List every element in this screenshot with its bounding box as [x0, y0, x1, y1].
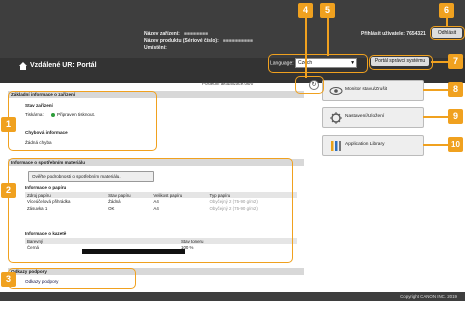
callout-badge-1: 1 [1, 117, 16, 132]
library-icon [331, 141, 341, 151]
callout-box-1 [8, 91, 157, 151]
device-info: Název zařízení: ■■■■■■■■ Název produktu (… [144, 31, 253, 51]
application-library-label: Application Library [345, 142, 385, 147]
location-label: Umístění: [144, 45, 167, 51]
callout-badge-2: 2 [1, 183, 16, 198]
callout-badge-5: 5 [320, 3, 335, 18]
callout-badge-8: 8 [448, 82, 463, 97]
device-name-label: Název zařízení: [144, 31, 180, 37]
gear-icon [330, 112, 342, 124]
callout-badge-6: 6 [439, 3, 454, 18]
monitor-status-label: Monitor stavu/Zrušit [345, 87, 388, 92]
callout-box-2 [8, 158, 293, 263]
callout-badge-9: 9 [448, 109, 463, 124]
callout-badge-3: 3 [1, 272, 16, 287]
application-library-button[interactable]: Application Library [322, 135, 424, 156]
callout-box-6 [430, 26, 465, 40]
user-label: Přihlásit uživatele: [361, 31, 405, 37]
callout-box-4 [295, 76, 324, 94]
home-icon [19, 62, 27, 70]
settings-button[interactable]: Nastavení/Uložení [322, 107, 424, 128]
callout-box-3 [8, 268, 136, 289]
callout-badge-7: 7 [448, 54, 463, 69]
product-name-label: Název produktu (Sériové číslo): [144, 38, 219, 44]
settings-label: Nastavení/Uložení [345, 114, 385, 119]
callout-badge-4: 4 [298, 3, 313, 18]
user-value: 7654321 [406, 31, 426, 37]
callout-badge-10: 10 [448, 137, 463, 152]
footer: Copyright CANON INC. 2019 [0, 292, 465, 301]
copyright: Copyright CANON INC. 2019 [400, 294, 457, 299]
callout-box-5 [268, 54, 368, 73]
callout-box-7 [369, 55, 433, 70]
last-update: Poslední aktualizace:06/0 [202, 81, 254, 86]
portal-title: Vzdálené UR: Portál [30, 62, 97, 69]
logged-in-user: Přihlásit uživatele: 7654321 [361, 31, 426, 37]
monitor-status-button[interactable]: Monitor stavu/Zrušit [322, 80, 424, 101]
header-bar: Název zařízení: ■■■■■■■■ Název produktu (… [0, 0, 465, 83]
eye-icon [329, 87, 343, 95]
